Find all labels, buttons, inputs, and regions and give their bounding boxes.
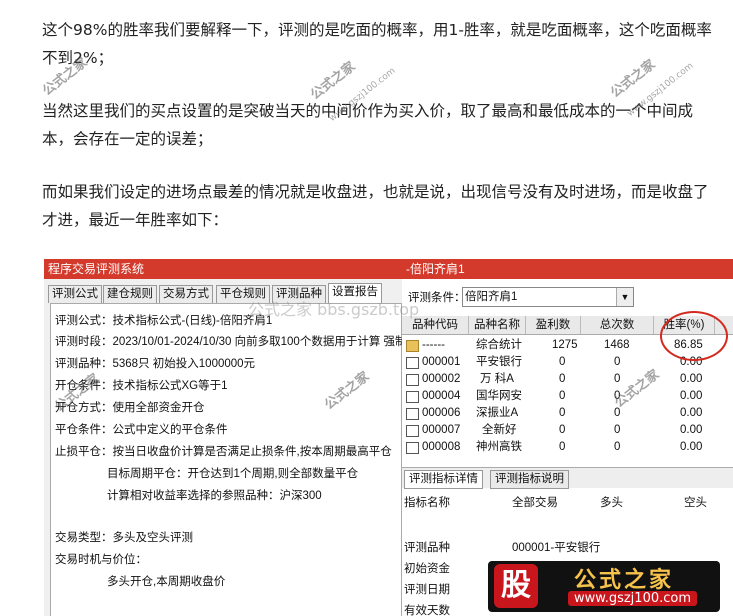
row-code: 000006 — [422, 407, 461, 419]
detail-header: 指标名称 全部交易 多头 空头 — [402, 495, 733, 511]
watermark-bbs: 公式之家 bbs.gszb.top — [248, 300, 420, 319]
row-total: 0 — [614, 424, 621, 436]
row-profit: 0 — [559, 373, 566, 385]
report-line: 评测时段：2023/10/01-2024/10/30 向前多取100个数据用于计… — [55, 336, 407, 348]
row-code: 000001 — [422, 356, 461, 368]
row-rate: 0.00 — [680, 441, 703, 453]
paragraph-2: 当然这里我们的买点设置的是突破当天的中间价作为买入价，取了最高和最低成本的一个中… — [42, 102, 694, 148]
row-rate: 0.00 — [680, 424, 703, 436]
row-code: 000004 — [422, 390, 461, 402]
condition-select[interactable]: 倍阳齐肩1 ▼ — [462, 287, 634, 307]
row-rate: 0.00 — [680, 407, 703, 419]
row-code: 000008 — [422, 441, 461, 453]
checkbox-icon[interactable] — [406, 391, 419, 403]
tab-explain[interactable]: 评测指标说明 — [490, 470, 569, 489]
folder-icon — [406, 340, 419, 352]
row-profit: 0 — [559, 390, 566, 402]
window-title: 程序交易评测系统 — [44, 259, 402, 279]
row-code: 000002 — [422, 373, 461, 385]
checkbox-icon[interactable] — [406, 357, 419, 369]
detail-col: 多头 — [600, 497, 623, 509]
report-line: 止损平仓：按当日收盘价计算是否满足止损条件,按本周期最高平仓 — [55, 446, 392, 458]
logo-char: 股 — [494, 564, 538, 608]
row-profit: 0 — [559, 356, 566, 368]
detail-value: 000001-平安银行 — [512, 542, 601, 554]
row-name: 全新好 — [482, 424, 517, 436]
checkbox-icon[interactable] — [406, 442, 419, 454]
paragraph-1: 这个98%的胜率我们要解释一下，评测的是吃面的概率，用1-胜率，就是吃面概率，这… — [42, 21, 712, 67]
row-name: 神州高铁 — [476, 441, 522, 453]
col-name[interactable]: 品种名称 — [469, 316, 526, 334]
table-row[interactable]: 000006 深振业A 0 0 0.00 — [402, 405, 733, 421]
detail-col: 指标名称 — [404, 497, 450, 509]
checkbox-icon[interactable] — [406, 374, 419, 386]
tab-detail[interactable]: 评测指标详情 — [404, 470, 483, 489]
detail-col: 全部交易 — [512, 497, 558, 509]
checkbox-icon[interactable] — [406, 425, 419, 437]
row-total: 0 — [614, 356, 621, 368]
paragraph-3: 而如果我们设定的进场点最差的情况就是收盘进，也就是说，出现信号没有及时进场，而是… — [42, 183, 709, 229]
report-line: 评测公式：技术指标公式-(日线)-倍阳齐肩1 — [55, 315, 273, 327]
table-row[interactable]: 000004 国华网安 0 0 0.00 — [402, 388, 733, 404]
detail-col: 空头 — [684, 497, 707, 509]
report-line: 评测品种：5368只 初始投入1000000元 — [55, 358, 256, 370]
row-name: 国华网安 — [476, 390, 522, 402]
row-total: 1468 — [604, 339, 630, 351]
row-total: 0 — [614, 441, 621, 453]
row-name: 万 科A — [480, 373, 514, 385]
row-profit: 0 — [559, 424, 566, 436]
row-total: 0 — [614, 373, 621, 385]
tab-trade-mode[interactable]: 交易方式 — [159, 285, 213, 303]
report-line: 多头开仓,本周期收盘价 — [107, 576, 226, 588]
table-row[interactable]: 000008 神州高铁 0 0 0.00 — [402, 439, 733, 455]
detail-label: 评测品种 — [404, 542, 450, 554]
results-title: -倍阳齐肩1 — [402, 259, 733, 279]
site-logo: 股 公式之家 www.gszj100.com — [488, 561, 720, 612]
chevron-down-icon[interactable]: ▼ — [616, 288, 633, 306]
col-total[interactable]: 总次数 — [581, 316, 654, 334]
row-rate: 0.00 — [680, 390, 703, 402]
detail-label: 有效天数 — [404, 605, 450, 616]
report-line: 交易时机与价位： — [55, 554, 147, 566]
row-profit: 1275 — [552, 339, 578, 351]
tab-formula[interactable]: 评测公式 — [48, 285, 102, 303]
report-line: 计算相对收益率选择的参照品种：沪深300 — [107, 490, 322, 502]
row-name: 综合统计 — [476, 339, 522, 351]
logo-title: 公式之家 — [574, 568, 675, 593]
row-code: 000007 — [422, 424, 461, 436]
row-profit: 0 — [559, 441, 566, 453]
row-name: 深振业A — [476, 407, 519, 419]
report-content: 评测公式：技术指标公式-(日线)-倍阳齐肩1 评测时段：2023/10/01-2… — [50, 303, 407, 616]
report-line: 交易类型：多头及空头评测 — [55, 532, 193, 544]
condition-value: 倍阳齐肩1 — [465, 291, 518, 303]
row-name: 平安银行 — [476, 356, 522, 368]
report-line: 平仓条件：公式中定义的平仓条件 — [55, 424, 228, 436]
detail-label: 评测日期 — [404, 584, 450, 596]
row-profit: 0 — [559, 407, 566, 419]
table-row[interactable]: 000007 全新好 0 0 0.00 — [402, 422, 733, 438]
row-code: ------ — [422, 339, 445, 351]
logo-url: www.gszj100.com — [568, 591, 698, 606]
highlight-circle — [660, 311, 728, 361]
col-profit[interactable]: 盈利数 — [526, 316, 581, 334]
row-rate: 0.00 — [680, 373, 703, 385]
tab-open-rules[interactable]: 建仓规则 — [103, 285, 157, 303]
detail-label: 初始资金 — [404, 563, 450, 575]
checkbox-icon[interactable] — [406, 408, 419, 420]
table-row[interactable]: 000002 万 科A 0 0 0.00 — [402, 371, 733, 387]
report-line: 目标周期平仓：开仓达到1个周期,则全部数量平仓 — [107, 468, 359, 480]
detail-tabs: 评测指标详情 评测指标说明 — [402, 467, 733, 489]
